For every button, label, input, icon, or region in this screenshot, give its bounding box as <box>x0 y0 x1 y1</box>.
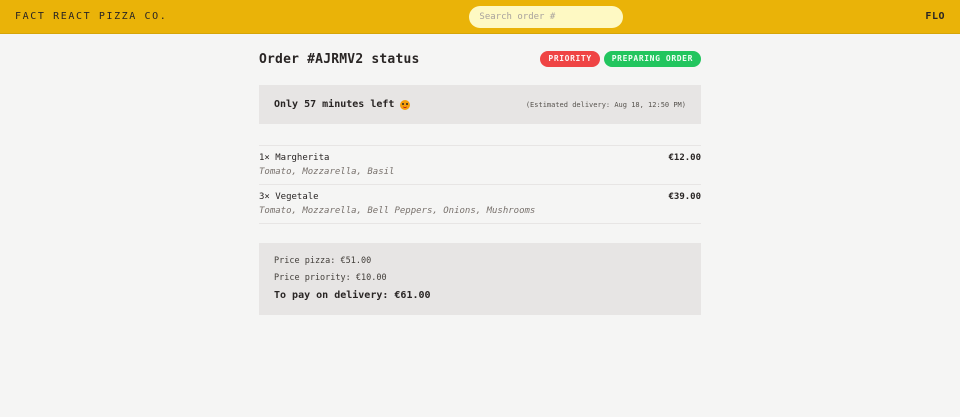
item-price: €12.00 <box>668 153 701 163</box>
price-pizza: Price pizza: €51.00 <box>274 256 372 266</box>
page-title: Order #AJRMV2 status <box>259 51 420 67</box>
username: FLO <box>925 11 945 22</box>
to-pay-on-delivery: To pay on delivery: €61.00 <box>274 290 431 301</box>
order-totals: Price pizza: €51.00 Price priority: €10.… <box>259 243 701 315</box>
app-logo[interactable]: FACT REACT PIZZA CO. <box>15 11 167 22</box>
item-ingredients: Tomato, Mozzarella, Basil <box>259 167 395 177</box>
order-page: Order #AJRMV2 status PRIORITY PREPARING … <box>259 34 701 315</box>
item-price: €39.00 <box>668 192 701 202</box>
item-name: 3× Vegetale <box>259 192 319 202</box>
item-name: 1× Margherita <box>259 153 330 163</box>
grinning-face-icon <box>400 99 411 110</box>
eta-remaining: Only 57 minutes left <box>274 99 411 110</box>
order-title-row: Order #AJRMV2 status PRIORITY PREPARING … <box>259 50 701 68</box>
top-header: FACT REACT PIZZA CO. FLO <box>0 0 960 34</box>
eta-box: Only 57 minutes left (Estimated delivery… <box>259 85 701 124</box>
status-badges: PRIORITY PREPARING ORDER <box>540 51 701 67</box>
order-items-list: 1× Margherita €12.00 Tomato, Mozzarella,… <box>259 145 701 224</box>
eta-remaining-text: Only 57 minutes left <box>274 99 395 110</box>
search-order-input[interactable] <box>469 5 624 28</box>
list-item: 3× Vegetale €39.00 Tomato, Mozzarella, B… <box>259 185 701 224</box>
eta-estimated-delivery: (Estimated delivery: Aug 18, 12:50 PM) <box>525 100 686 109</box>
price-priority: Price priority: €10.00 <box>274 273 387 283</box>
item-ingredients: Tomato, Mozzarella, Bell Peppers, Onions… <box>259 206 536 216</box>
priority-badge: PRIORITY <box>540 51 600 67</box>
list-item: 1× Margherita €12.00 Tomato, Mozzarella,… <box>259 146 701 185</box>
status-badge: PREPARING ORDER <box>603 51 701 67</box>
